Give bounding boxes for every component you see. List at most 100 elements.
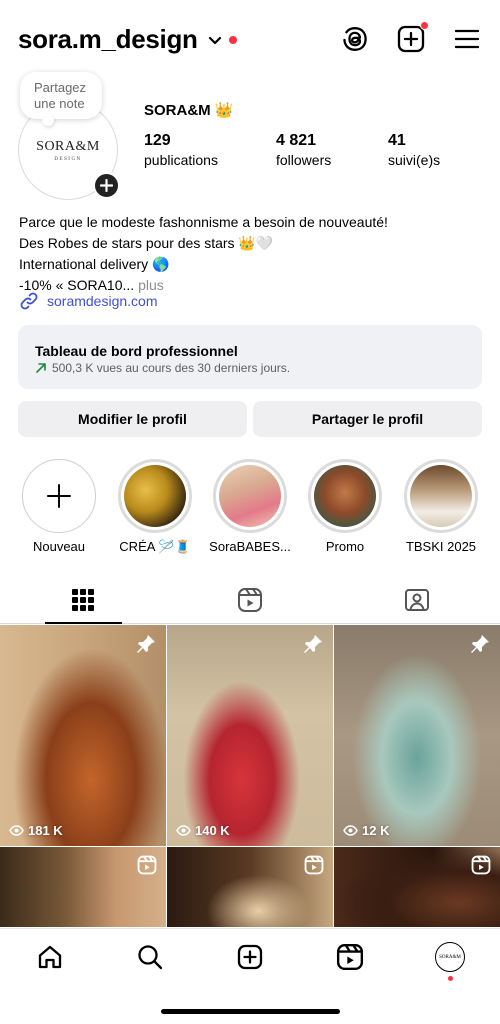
bio-line: Parce que le modeste fashonnisme a besoi…: [19, 214, 388, 230]
share-profile-button[interactable]: Partager le profil: [253, 401, 482, 437]
nav-search[interactable]: [133, 940, 167, 974]
top-bar: sora.m_design: [18, 18, 482, 60]
edit-profile-button[interactable]: Modifier le profil: [18, 401, 247, 437]
tab-grid[interactable]: [0, 576, 167, 624]
grid-icon: [72, 588, 95, 611]
highlight-tbski[interactable]: TBSKI 2025: [403, 459, 479, 554]
profile-bio: Parce que le modeste fashonnisme a besoi…: [19, 212, 388, 296]
bio-line: Des Robes de stars pour des stars 👑🤍: [19, 235, 274, 251]
create-post-icon: [237, 944, 263, 970]
tagged-user-icon: [404, 588, 429, 611]
profile-tabs: [0, 576, 500, 624]
website-link[interactable]: soramdesign.com: [19, 291, 158, 311]
stat-value: 129: [144, 132, 171, 149]
website-link-text: soramdesign.com: [47, 293, 158, 309]
reels-icon: [304, 855, 324, 875]
reels-icon: [238, 587, 262, 612]
stat-followers[interactable]: 4 821 followers: [276, 132, 388, 168]
plus-icon: [47, 484, 71, 508]
nav-reels[interactable]: [333, 940, 367, 974]
chevron-down-icon[interactable]: [208, 36, 222, 46]
reels-icon: [336, 943, 364, 971]
dashboard-subtitle: 500,3 K vues au cours des 30 derniers jo…: [35, 361, 482, 375]
highlight-label: CRÉA 🪡🧵: [119, 539, 191, 554]
stat-value: 41: [388, 132, 406, 149]
stat-label: publications: [144, 152, 218, 168]
display-name-text: SORA&M: [144, 101, 211, 119]
highlight-cover: [213, 459, 287, 533]
post-thumbnail[interactable]: 181 K: [0, 625, 166, 846]
reels-icon: [137, 855, 157, 875]
pin-icon: [137, 635, 155, 653]
highlight-sorababes[interactable]: SoraBABES...: [209, 459, 291, 554]
post-thumbnail[interactable]: [334, 847, 500, 927]
highlight-cover: [404, 459, 478, 533]
brand-logo: SORA&M: [439, 954, 461, 960]
notification-dot: [228, 36, 237, 44]
brand-logo-sub: DESIGN: [54, 156, 82, 162]
eye-icon: [176, 825, 191, 836]
stat-label: suivi(e)s: [388, 152, 441, 168]
new-highlight-circle: [22, 459, 96, 533]
nav-profile[interactable]: SORA&M: [433, 940, 467, 974]
profile-stats: 129 publications 4 821 followers 41 suiv…: [144, 132, 440, 168]
plus-icon: [100, 179, 113, 192]
highlight-label: Promo: [325, 539, 365, 554]
stat-value: 4 821: [276, 132, 317, 149]
post-thumbnail[interactable]: 140 K: [167, 625, 333, 846]
posts-grid: 181 K 140 K 12 K: [0, 625, 500, 927]
tab-reels[interactable]: [167, 576, 334, 623]
create-post-icon[interactable]: [396, 21, 429, 54]
trend-up-icon: [36, 363, 46, 373]
post-thumbnail[interactable]: [167, 847, 333, 927]
crown-emoji: 👑: [214, 102, 234, 119]
highlight-label: Nouveau: [32, 539, 86, 554]
professional-dashboard[interactable]: Tableau de bord professionnel 500,3 K vu…: [18, 325, 482, 389]
reels-icon: [471, 855, 491, 875]
nav-home[interactable]: [33, 940, 67, 974]
highlight-cover: [118, 459, 192, 533]
link-icon: [20, 292, 38, 310]
brand-logo: SORA&M: [36, 138, 100, 154]
add-story-button[interactable]: [93, 172, 120, 199]
view-count-text: 140 K: [195, 823, 230, 838]
dashboard-title: Tableau de bord professionnel: [35, 343, 238, 359]
display-name: SORA&M 👑: [144, 101, 234, 120]
stat-following[interactable]: 41 suivi(e)s: [388, 132, 440, 168]
notification-dot: [420, 21, 429, 30]
pin-icon: [304, 635, 322, 653]
profile-actions: Modifier le profil Partager le profil: [18, 401, 482, 437]
view-count-text: 12 K: [362, 823, 390, 838]
view-count: 12 K: [343, 823, 389, 838]
pin-icon: [471, 635, 489, 653]
highlight-cover: [308, 459, 382, 533]
home-icon: [38, 945, 62, 969]
home-indicator[interactable]: [161, 1009, 340, 1014]
notification-dot: [448, 976, 453, 981]
note-text: Partagez: [34, 80, 87, 95]
post-thumbnail[interactable]: 12 K: [334, 625, 500, 846]
dashboard-subtitle-text: 500,3 K vues au cours des 30 derniers jo…: [52, 361, 291, 375]
view-count: 140 K: [176, 823, 230, 838]
highlight-new[interactable]: Nouveau: [21, 459, 97, 554]
post-thumbnail[interactable]: [0, 847, 166, 927]
eye-icon: [343, 825, 358, 836]
stat-label: followers: [276, 152, 332, 168]
tab-tagged[interactable]: [333, 576, 500, 623]
highlight-label: TBSKI 2025: [405, 539, 477, 554]
profile-avatar-small: SORA&M: [435, 942, 465, 972]
menu-icon[interactable]: [452, 24, 482, 54]
account-username[interactable]: sora.m_design: [18, 24, 198, 55]
highlight-crea[interactable]: CRÉA 🪡🧵: [117, 459, 193, 555]
eye-icon: [9, 825, 24, 836]
highlight-label: SoraBABES...: [209, 539, 291, 554]
threads-icon[interactable]: [340, 24, 370, 54]
view-count: 181 K: [9, 823, 63, 838]
stat-publications[interactable]: 129 publications: [144, 132, 276, 168]
story-highlights: Nouveau CRÉA 🪡🧵 SoraBABES... Promo TBSKI…: [0, 459, 500, 559]
nav-create[interactable]: [233, 940, 267, 974]
highlight-promo[interactable]: Promo: [307, 459, 383, 554]
bio-line: International delivery 🌎: [19, 256, 170, 272]
note-bubble[interactable]: Partagez une note: [20, 72, 102, 126]
search-icon: [138, 945, 163, 970]
